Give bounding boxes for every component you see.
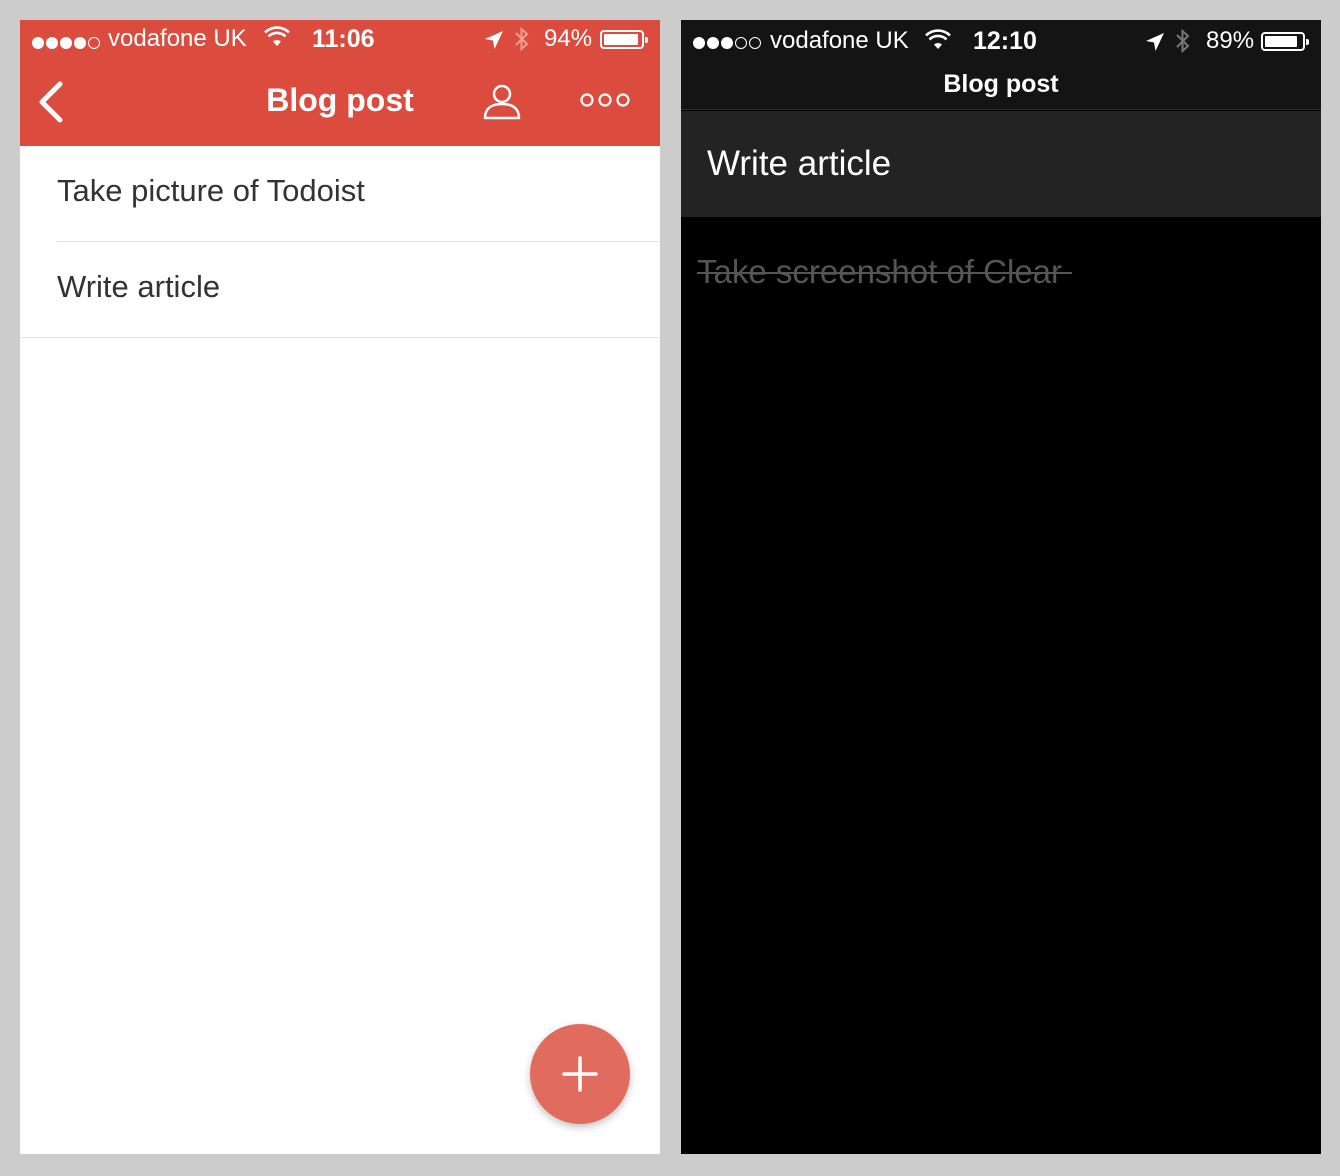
task-item[interactable]: Take picture of Todoist — [20, 146, 660, 242]
clear-screen: vodafone UK 12:10 89% Blog post Write ar… — [681, 20, 1321, 1154]
completed-task-item[interactable]: Take screenshot of Clear — [697, 253, 1073, 291]
task-label: Write article — [57, 269, 221, 304]
wifi-icon — [264, 26, 290, 55]
location-arrow-icon — [1145, 31, 1165, 59]
battery-icon — [1261, 32, 1309, 51]
status-bar: vodafone UK 12:10 89% — [681, 20, 1321, 60]
more-options-icon[interactable] — [580, 92, 630, 108]
share-person-icon[interactable] — [482, 82, 522, 122]
location-arrow-icon — [484, 29, 504, 57]
status-bar: vodafone UK 11:06 94% — [20, 20, 660, 60]
bluetooth-icon — [1175, 28, 1191, 61]
signal-strength-icon — [693, 28, 763, 56]
page-title: Blog post — [20, 82, 660, 119]
clear-header: vodafone UK 12:10 89% Blog post — [681, 20, 1321, 110]
page-title-text: Blog post — [266, 82, 414, 118]
task-label: Take picture of Todoist — [57, 173, 365, 208]
status-time: 11:06 — [312, 25, 375, 53]
wifi-icon — [925, 29, 951, 58]
bluetooth-icon — [514, 26, 530, 59]
strikethrough — [697, 272, 1073, 274]
add-task-button[interactable] — [530, 1024, 630, 1124]
divider — [20, 337, 660, 338]
task-label: Write article — [707, 144, 892, 183]
task-item[interactable]: Write article — [20, 242, 660, 338]
battery-percent: 94% — [544, 25, 593, 52]
plus-icon — [562, 1056, 598, 1092]
battery-fill — [1265, 36, 1297, 47]
carrier-label: vodafone UK — [108, 25, 247, 52]
todoist-header: vodafone UK 11:06 94% Blog post — [20, 20, 660, 146]
battery-fill — [604, 34, 638, 45]
todoist-screen: vodafone UK 11:06 94% Blog post Take pic… — [20, 20, 660, 1154]
signal-strength-icon — [32, 28, 102, 56]
battery-percent: 89% — [1206, 27, 1255, 54]
page-title: Blog post — [943, 70, 1059, 98]
status-time: 12:10 — [973, 27, 1037, 55]
active-task-item[interactable]: Write article — [681, 111, 1321, 217]
carrier-label: vodafone UK — [770, 27, 909, 54]
task-list: Take picture of Todoist Write article — [20, 146, 660, 338]
battery-icon — [600, 30, 648, 49]
